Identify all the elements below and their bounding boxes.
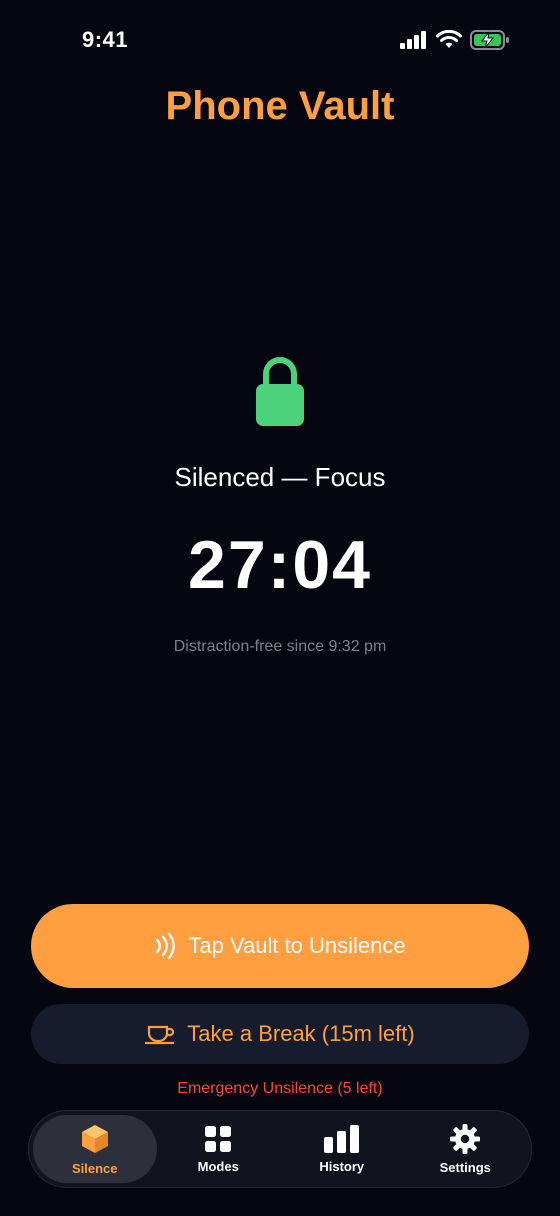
tap-vault-label: Tap Vault to Unsilence: [188, 933, 406, 958]
wifi-icon: [436, 30, 462, 48]
status-icons: [400, 30, 510, 50]
tab-silence[interactable]: Silence: [33, 1115, 157, 1183]
gear-icon: [450, 1123, 481, 1154]
tab-bar: Silence Modes History Settings: [28, 1110, 532, 1188]
app-title: Phone Vault: [165, 84, 395, 128]
bar-chart-icon: [323, 1124, 359, 1153]
take-break-label: Take a Break (15m left): [187, 1021, 415, 1046]
lock-icon: [254, 354, 306, 428]
focus-timer: 27:04: [188, 527, 372, 603]
tab-history[interactable]: History: [280, 1115, 404, 1183]
cube-icon: [81, 1124, 108, 1153]
status-time: 9:41: [82, 27, 129, 52]
coffee-cup-icon: [145, 1025, 175, 1045]
grid-icon: [205, 1125, 232, 1152]
tab-modes[interactable]: Modes: [157, 1115, 281, 1183]
tab-label: Modes: [197, 1158, 239, 1174]
nfc-waves-icon: [156, 933, 176, 959]
since-text: Distraction-free since 9:32 pm: [173, 638, 387, 655]
emergency-unsilence-link[interactable]: Emergency Unsilence (5 left): [0, 1080, 560, 1098]
cellular-signal-icon: [400, 31, 426, 49]
tap-vault-button[interactable]: Tap Vault to Unsilence: [31, 904, 529, 988]
silence-status-label: Silenced — Focus: [174, 462, 386, 492]
take-break-button[interactable]: Take a Break (15m left): [31, 1004, 529, 1064]
tab-label: History: [319, 1158, 365, 1174]
tab-label: Silence: [71, 1160, 118, 1176]
tab-settings[interactable]: Settings: [404, 1115, 528, 1183]
battery-charging-icon: [470, 30, 509, 50]
tab-label: Settings: [439, 1159, 491, 1175]
status-bar: 9:41: [0, 0, 560, 84]
